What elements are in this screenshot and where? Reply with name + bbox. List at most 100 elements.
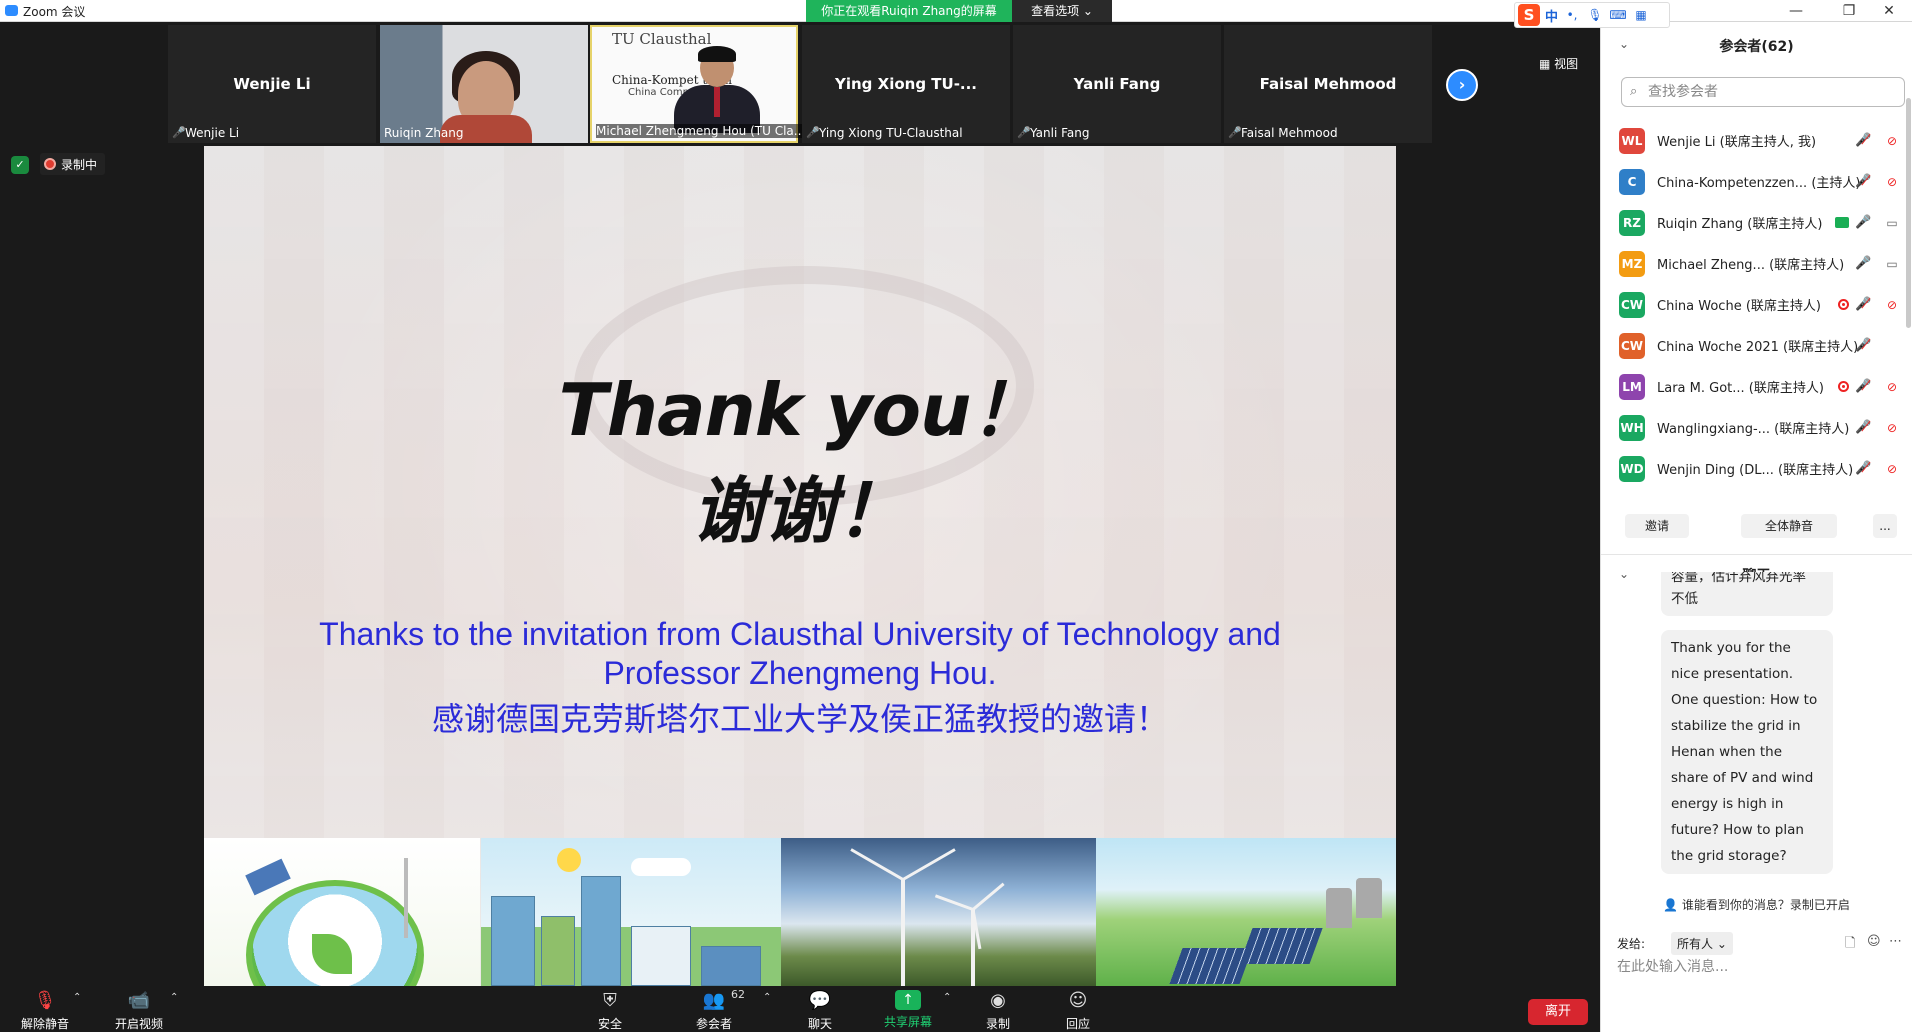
mic-muted-icon[interactable]: 🎤̸	[1855, 420, 1871, 435]
minimize-button[interactable]: —	[1773, 0, 1819, 22]
encryption-shield-icon[interactable]: ✓	[11, 156, 29, 174]
participant-row[interactable]: RZ Ruiqin Zhang (联席主持人) 🎤 ▭	[1601, 202, 1912, 243]
video-tile[interactable]: Wenjie Li 🎤 Wenjie Li	[168, 25, 376, 143]
video-off-icon[interactable]: ⊘	[1883, 175, 1901, 189]
mic-muted-icon: 🎤	[806, 126, 820, 139]
more-options-button[interactable]: ...	[1873, 514, 1897, 538]
backdrop-text: TU Clausthal	[612, 30, 712, 48]
video-on-icon[interactable]: ▭	[1883, 216, 1901, 230]
mic-muted-icon: 🎤	[1017, 126, 1031, 139]
video-options-caret-icon[interactable]: ⌃	[170, 992, 178, 1003]
participants-label: 参会者	[695, 1017, 732, 1031]
chat-message-input[interactable]: 在此处输入消息...	[1617, 956, 1728, 976]
slide-invitation-line: Thanks to the invitation from Clausthal …	[319, 616, 1281, 652]
security-button[interactable]: ⛨ 安全	[577, 990, 643, 1032]
video-tile[interactable]: Yanli Fang 🎤 Yanli Fang	[1013, 25, 1221, 143]
share-screen-button[interactable]: ↑ 共享屏幕	[875, 990, 941, 1030]
building-shape	[541, 916, 575, 986]
video-on-icon[interactable]: ▭	[1883, 257, 1901, 271]
participant-row[interactable]: C China-Kompetenzzen... (主持人) 🎤̸ ⊘	[1601, 161, 1912, 202]
video-thumbnail-strip: Wenjie Li 🎤 Wenjie Li Ruiqin Zhang TU Cla…	[0, 22, 1600, 145]
person-icon: 👤	[1663, 898, 1679, 912]
factory-shape	[1326, 888, 1352, 928]
mic-muted-icon[interactable]: 🎤̸	[1855, 297, 1871, 312]
share-options-caret-icon[interactable]: ⌃	[943, 992, 951, 1003]
invite-button[interactable]: 邀请	[1625, 514, 1689, 538]
avatar: WH	[1619, 414, 1645, 441]
participant-row[interactable]: LM Lara M. Got... (联席主持人) 🎤̸ ⊘	[1601, 366, 1912, 407]
avatar: RZ	[1619, 209, 1645, 236]
side-panel: ⌄ 参会者(62) ⌕ 查找参会者 WL Wenjie Li (联席主持人, 我)…	[1600, 22, 1912, 1032]
chat-to-label: 发给:	[1617, 937, 1646, 951]
search-placeholder: 查找参会者	[1648, 84, 1718, 100]
tile-label-text: Faisal Mehmood	[1241, 126, 1338, 140]
chat-message-bubble: Thank you for the nice presentation. One…	[1661, 630, 1833, 874]
video-tile[interactable]: Ying Xiong TU-... 🎤 Ying Xiong TU-Clausth…	[802, 25, 1010, 143]
video-off-icon[interactable]: ⊘	[1883, 380, 1901, 394]
more-icon[interactable]: ⋯	[1889, 934, 1902, 949]
video-tile[interactable]: Faisal Mehmood 🎤 Faisal Mehmood	[1224, 25, 1432, 143]
recording-indicator[interactable]: 录制中	[40, 153, 106, 175]
search-participants-input[interactable]: ⌕ 查找参会者	[1621, 77, 1905, 107]
participant-row[interactable]: WH Wanglingxiang-... (联席主持人) 🎤̸ ⊘	[1601, 407, 1912, 448]
slide-invitation-line-chinese: 感谢德国克劳斯塔尔工业大学及侯正猛教授的邀请！	[431, 700, 1168, 738]
renewable-energy-illustration	[1096, 838, 1396, 986]
video-tile[interactable]: TU Clausthal China-Kompet trum China Com…	[590, 25, 806, 143]
record-button[interactable]: ◉ 录制	[965, 990, 1031, 1032]
leave-meeting-button[interactable]: 离开	[1528, 999, 1588, 1025]
participant-row[interactable]: MZ Michael Zheng... (联席主持人) 🎤 ▭	[1601, 243, 1912, 284]
file-icon[interactable]: 🗋	[1845, 934, 1855, 956]
start-video-button[interactable]: 📹 开启视频	[106, 990, 172, 1032]
mic-muted-icon: 🎤	[172, 126, 186, 139]
participant-row[interactable]: WL Wenjie Li (联席主持人, 我) 🎤̸ ⊘	[1601, 120, 1912, 161]
video-off-icon[interactable]: ⊘	[1883, 298, 1901, 312]
view-toggle-button[interactable]: ▦ 视图	[1539, 55, 1578, 72]
chat-recipient-dropdown[interactable]: 所有人 ⌄	[1671, 932, 1733, 955]
chat-recipient-row: 发给: 所有人 ⌄ 🗋 ☺ ⋯	[1617, 932, 1907, 956]
chat-message-text: 不低	[1671, 591, 1698, 607]
mic-on-icon[interactable]: 🎤	[1855, 256, 1871, 271]
participants-scrollbar[interactable]	[1906, 98, 1911, 328]
view-options-button[interactable]: 查看选项 ⌄	[1012, 0, 1112, 22]
video-tile[interactable]: Ruiqin Zhang	[380, 25, 588, 143]
avatar: CW	[1619, 332, 1645, 359]
close-button[interactable]: ✕	[1866, 0, 1912, 22]
participant-row[interactable]: CW China Woche (联席主持人) 🎤̸ ⊘	[1601, 284, 1912, 325]
sogou-logo-icon[interactable]: S	[1518, 4, 1540, 26]
chat-button[interactable]: 💬 聊天	[787, 990, 853, 1032]
video-off-icon[interactable]: ⊘	[1883, 421, 1901, 435]
mic-on-icon[interactable]: 🎤	[1855, 215, 1871, 230]
chat-visibility-notice[interactable]: 👤 谁能看到你的消息？录制已开启	[1601, 896, 1912, 913]
video-off-icon[interactable]: ⊘	[1883, 134, 1901, 148]
mic-muted-icon[interactable]: 🎤̸	[1855, 379, 1871, 394]
turbine-blade	[901, 879, 905, 940]
factory-shape	[1356, 878, 1382, 918]
participants-caret-icon[interactable]: ⌃	[763, 992, 771, 1003]
mic-muted-icon[interactable]: 🎤̸	[1855, 338, 1871, 353]
chat-message-text: 容量，估计弃风弃光率	[1671, 572, 1806, 585]
participant-name: Lara M. Got... (联席主持人)	[1657, 381, 1824, 396]
building-shape	[491, 896, 535, 986]
chat-message-bubble: 容量，估计弃风弃光率 不低	[1661, 572, 1833, 616]
reactions-button[interactable]: ☺ 回应	[1045, 990, 1111, 1032]
mic-muted-icon[interactable]: 🎤̸	[1855, 461, 1871, 476]
ime-language-toggle[interactable]: 中	[1545, 6, 1558, 25]
microphone-icon[interactable]: 🎙	[1586, 8, 1604, 22]
punctuation-icon[interactable]: •,	[1563, 8, 1581, 22]
video-feed-hair	[698, 46, 736, 62]
apps-grid-icon[interactable]: ▦	[1632, 8, 1650, 22]
audio-options-caret-icon[interactable]: ⌃	[73, 992, 81, 1003]
ime-toolbar[interactable]: S 中 •, 🎙 ⌨ ▦	[1514, 2, 1670, 28]
video-off-icon[interactable]: ⊘	[1883, 462, 1901, 476]
mic-muted-icon[interactable]: 🎤̸	[1855, 133, 1871, 148]
mute-all-button[interactable]: 全体静音	[1741, 514, 1837, 538]
emoji-icon[interactable]: ☺	[1867, 934, 1881, 949]
building-shape	[581, 876, 621, 986]
keyboard-icon[interactable]: ⌨	[1609, 8, 1627, 22]
unmute-button[interactable]: 🎙 解除静音	[12, 990, 78, 1032]
next-page-chevron-icon[interactable]: ›	[1446, 69, 1478, 101]
reactions-label: 回应	[1065, 1017, 1090, 1031]
participant-row[interactable]: CW China Woche 2021 (联席主持人) 🎤̸	[1601, 325, 1912, 366]
mic-muted-icon[interactable]: 🎤̸	[1855, 174, 1871, 189]
participant-row[interactable]: WD Wenjin Ding (DL... (联席主持人) 🎤̸ ⊘	[1601, 448, 1912, 489]
